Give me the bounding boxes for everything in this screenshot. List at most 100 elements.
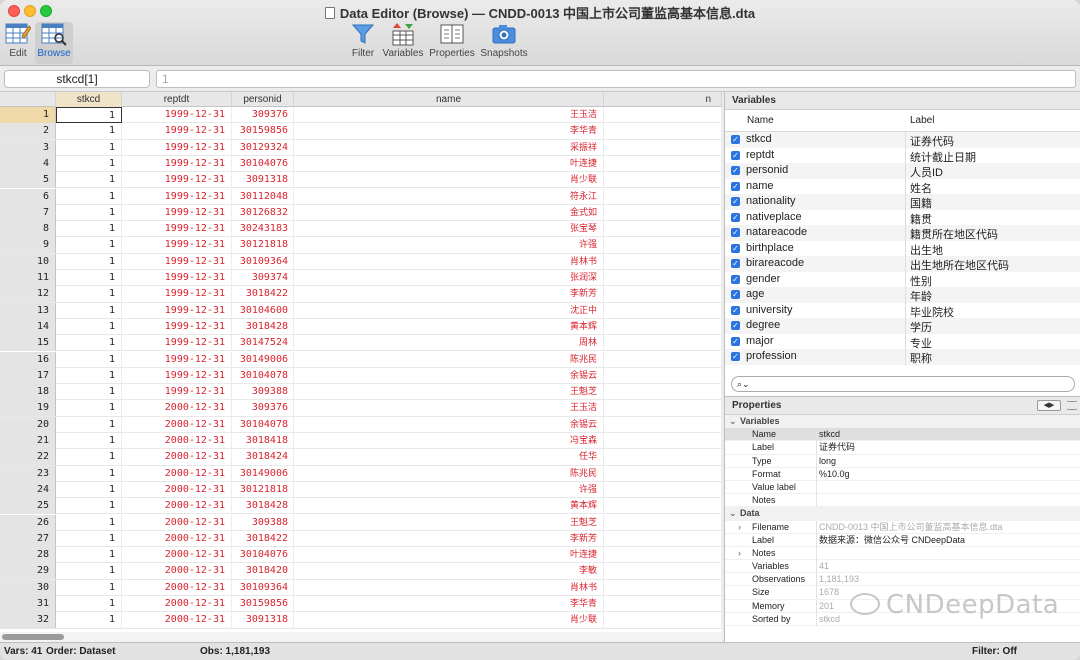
cell-reptdt[interactable]: 1999-12-31	[122, 367, 232, 384]
cell-nationality[interactable]	[604, 351, 722, 368]
checkbox-checked-icon[interactable]: ✓	[731, 274, 740, 284]
column-header-reptdt[interactable]: reptdt	[122, 92, 232, 107]
horizontal-scrollbar[interactable]	[0, 632, 722, 642]
cell-name[interactable]: 王玉洁	[294, 400, 604, 417]
cell-reptdt[interactable]: 1999-12-31	[122, 204, 232, 221]
cell-stkcd[interactable]: 1	[56, 139, 122, 156]
cell-name[interactable]: 肖林书	[294, 253, 604, 270]
property-row[interactable]: Observations 1,181,193	[725, 573, 1080, 587]
cell-stkcd[interactable]: 1	[56, 563, 122, 580]
checkbox-checked-icon[interactable]: ✓	[731, 181, 740, 191]
cell-personid[interactable]: 30109364	[232, 579, 294, 596]
cell-nationality[interactable]	[604, 465, 722, 482]
cell-stkcd[interactable]: 1	[56, 514, 122, 531]
cell-personid[interactable]: 30121818	[232, 481, 294, 498]
variables-button[interactable]: Variables	[381, 22, 425, 59]
cell-nationality[interactable]	[604, 530, 722, 547]
table-row[interactable]: 26 1 2000-12-31 309388 王魁芝	[0, 514, 722, 531]
variable-list-item[interactable]: ✓ age 年龄	[725, 287, 1080, 303]
cell-nationality[interactable]	[604, 237, 722, 254]
table-row[interactable]: 21 1 2000-12-31 3018418 冯宝森	[0, 433, 722, 450]
variable-list-item[interactable]: ✓ degree 学历	[725, 318, 1080, 334]
cell-nationality[interactable]	[604, 498, 722, 515]
cell-name[interactable]: 陈兆民	[294, 465, 604, 482]
checkbox-checked-icon[interactable]: ✓	[731, 321, 740, 330]
cell-nationality[interactable]	[604, 155, 722, 172]
cell-nationality[interactable]	[604, 449, 722, 466]
cell-name[interactable]: 王玉洁	[294, 107, 604, 123]
cell-stkcd[interactable]: 1	[56, 579, 122, 596]
variable-list-item[interactable]: ✓ nativeplace 籍贯	[725, 209, 1080, 226]
cell-personid[interactable]: 30104076	[232, 155, 294, 172]
table-row[interactable]: 5 1 1999-12-31 3091318 肖少联	[0, 172, 722, 189]
checkbox-checked-icon[interactable]: ✓	[731, 259, 740, 268]
table-row[interactable]: 9 1 1999-12-31 30121818 许强	[0, 237, 722, 254]
cell-personid[interactable]: 3091318	[232, 612, 294, 629]
cell-nationality[interactable]	[604, 172, 722, 189]
cell-nationality[interactable]	[604, 563, 722, 580]
cell-stkcd[interactable]: 1	[56, 172, 122, 189]
cell-stkcd[interactable]: 1	[56, 612, 122, 629]
table-row[interactable]: 2 1 1999-12-31 30159856 李华青	[0, 123, 722, 140]
cell-reptdt[interactable]: 2000-12-31	[122, 449, 232, 466]
cell-name[interactable]: 肖林书	[294, 579, 604, 596]
table-row[interactable]: 15 1 1999-12-31 30147524 周林	[0, 335, 722, 352]
cell-reptdt[interactable]: 2000-12-31	[122, 514, 232, 531]
cell-name[interactable]: 李新芳	[294, 530, 604, 547]
cell-name[interactable]: 任华	[294, 449, 604, 466]
cell-stkcd[interactable]: 1	[56, 596, 122, 612]
cell-personid[interactable]: 30159856	[232, 123, 294, 140]
cell-name[interactable]: 李新芳	[294, 286, 604, 303]
cell-stkcd[interactable]: 1	[56, 302, 122, 319]
table-row[interactable]: 1 1 1999-12-31 309376 王玉洁	[0, 107, 722, 124]
cell-name[interactable]: 余锡云	[294, 416, 604, 433]
cell-personid[interactable]: 30104600	[232, 302, 294, 319]
checkbox-checked-icon[interactable]: ✓	[731, 352, 740, 361]
cell-name[interactable]: 冯宝森	[294, 433, 604, 449]
properties-section-data[interactable]: ⌄ Data	[725, 507, 1080, 521]
cell-stkcd[interactable]: 1	[56, 237, 122, 254]
cell-stkcd[interactable]: 1	[56, 400, 122, 417]
table-row[interactable]: 22 1 2000-12-31 3018424 任华	[0, 449, 722, 466]
column-header-nationality[interactable]: n	[604, 92, 722, 107]
cell-reptdt[interactable]: 1999-12-31	[122, 302, 232, 319]
cell-nationality[interactable]	[604, 253, 722, 270]
table-row[interactable]: 28 1 2000-12-31 30104076 叶连捷	[0, 547, 722, 564]
cell-name[interactable]: 叶连捷	[294, 547, 604, 564]
cell-name[interactable]: 王魁芝	[294, 514, 604, 531]
property-row[interactable]: Label 数据来源：微信公众号 CNDeepData	[725, 533, 1080, 547]
column-header-stkcd[interactable]: stkcd	[56, 92, 122, 107]
variables-label-header[interactable]: Label	[910, 115, 934, 126]
cell-personid[interactable]: 3018428	[232, 318, 294, 335]
table-row[interactable]: 30 1 2000-12-31 30109364 肖林书	[0, 579, 722, 596]
cell-personid[interactable]: 30147524	[232, 335, 294, 352]
cell-stkcd[interactable]: 1	[56, 433, 122, 449]
cell-stkcd[interactable]: 1	[56, 465, 122, 482]
table-row[interactable]: 18 1 1999-12-31 309388 王魁芝	[0, 384, 722, 401]
cell-stkcd[interactable]: 1	[56, 286, 122, 303]
cell-reptdt[interactable]: 1999-12-31	[122, 286, 232, 303]
cell-reptdt[interactable]: 1999-12-31	[122, 335, 232, 352]
cell-reptdt[interactable]: 1999-12-31	[122, 237, 232, 254]
table-row[interactable]: 8 1 1999-12-31 30243183 张宝琴	[0, 221, 722, 238]
variables-name-header[interactable]: Name	[747, 115, 774, 126]
variable-list-item[interactable]: ✓ birthplace 出生地	[725, 240, 1080, 257]
cell-stkcd[interactable]: 1	[56, 351, 122, 368]
cell-nationality[interactable]	[604, 547, 722, 564]
checkbox-checked-icon[interactable]: ✓	[731, 336, 740, 346]
cell-name[interactable]: 黄本辉	[294, 318, 604, 335]
cell-name[interactable]: 采振祥	[294, 139, 604, 156]
cell-stkcd[interactable]: 1	[56, 221, 122, 238]
cell-nationality[interactable]	[604, 107, 722, 123]
cell-name[interactable]: 张润深	[294, 270, 604, 286]
cell-personid[interactable]: 3018424	[232, 449, 294, 466]
cell-nationality[interactable]	[604, 204, 722, 221]
table-row[interactable]: 16 1 1999-12-31 30149006 陈兆民	[0, 351, 722, 368]
property-row[interactable]: Type long	[725, 454, 1080, 468]
table-row[interactable]: 29 1 2000-12-31 3018420 李敏	[0, 563, 722, 580]
cell-stkcd[interactable]: 1	[56, 270, 122, 286]
table-row[interactable]: 13 1 1999-12-31 30104600 沈正中	[0, 302, 722, 319]
cell-stkcd[interactable]: 1	[56, 384, 122, 401]
cell-nationality[interactable]	[604, 433, 722, 449]
chevron-right-icon[interactable]: ›	[738, 547, 741, 560]
